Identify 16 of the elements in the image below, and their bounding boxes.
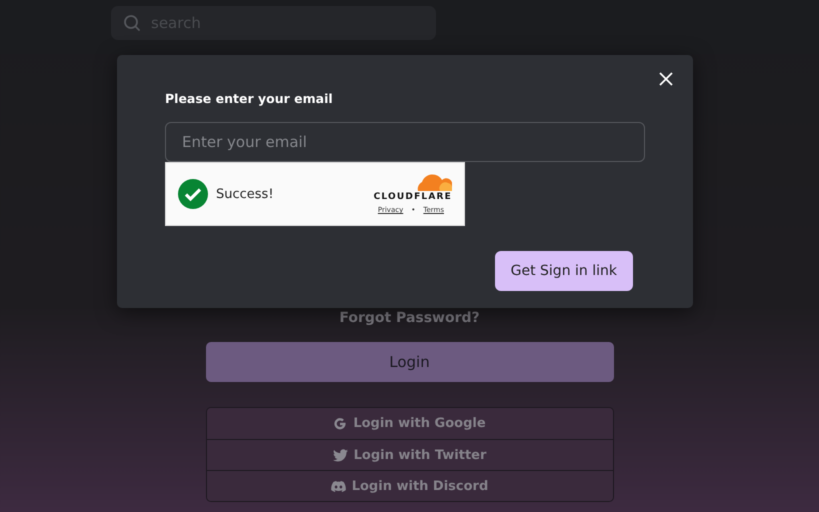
twitter-login-button[interactable]: Login with Twitter — [206, 439, 612, 470]
controller-icon — [330, 480, 346, 492]
bird-icon — [332, 448, 348, 462]
dialog-title: Please enter your email — [165, 91, 334, 106]
captcha-status: Success! — [216, 186, 275, 202]
email-field[interactable]: Enter your email — [165, 122, 645, 162]
forgot-password-link[interactable]: Forgot Password? — [339, 310, 480, 330]
google-g-icon — [333, 416, 348, 430]
success-check-icon — [178, 179, 208, 209]
google-login-button[interactable]: Login with Google — [206, 408, 612, 439]
discord-login-button[interactable]: Login with Discord — [206, 470, 612, 501]
close-button[interactable] — [659, 72, 673, 86]
login-button[interactable]: Login — [206, 342, 614, 382]
get-sign-in-link-button[interactable]: Get Sign in link — [494, 251, 633, 291]
close-icon — [659, 72, 673, 86]
cloudflare-wordmark: CLOUDFLARE — [374, 192, 452, 202]
